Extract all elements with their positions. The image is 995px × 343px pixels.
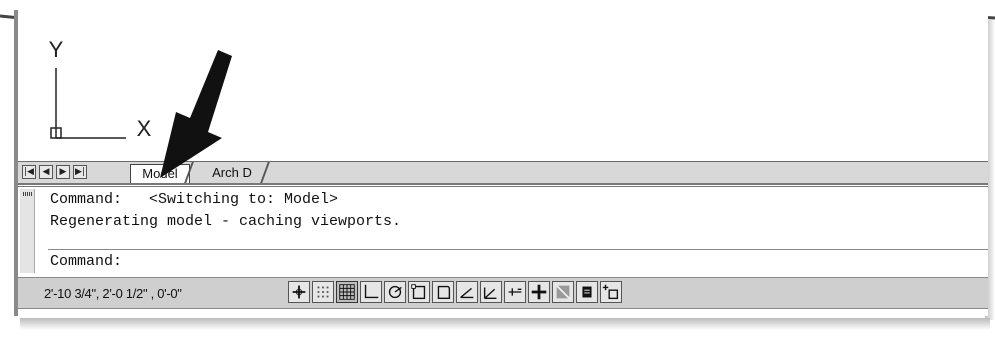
autocad-window: Y X |◀ ◀ ▶ ▶| Model Arch D Command: <Swi… [14, 10, 988, 316]
command-separator [48, 249, 988, 250]
ortho-mode-icon[interactable] [360, 281, 382, 303]
ucs-x-label: X [137, 116, 152, 141]
grip-dots-icon [23, 192, 33, 196]
first-layout-icon[interactable]: |◀ [22, 165, 36, 179]
transparency-icon[interactable] [552, 281, 574, 303]
ucs-icon: Y X [49, 37, 152, 141]
page-shadow-bottom [20, 318, 990, 330]
quick-properties-icon[interactable] [576, 281, 598, 303]
3d-object-snap-icon[interactable] [432, 281, 454, 303]
command-prompt[interactable]: Command: [50, 253, 122, 270]
command-window-grip[interactable] [20, 189, 35, 273]
polar-tracking-icon[interactable] [384, 281, 406, 303]
lineweight-icon[interactable] [528, 281, 550, 303]
previous-layout-icon[interactable]: ◀ [39, 165, 53, 179]
object-snap-tracking-icon[interactable] [456, 281, 478, 303]
coordinate-readout[interactable]: 2'-10 3/4", 2'-0 1/2" , 0'-0" [44, 286, 182, 301]
infer-constraints-icon[interactable] [288, 281, 310, 303]
command-window[interactable]: Command: <Switching to: Model> Regenerat… [18, 186, 988, 277]
tab-arch-d[interactable]: Arch D [194, 164, 270, 182]
selection-cycling-icon[interactable] [600, 281, 622, 303]
grid-display-icon[interactable] [336, 281, 358, 303]
dynamic-ucs-icon[interactable] [480, 281, 502, 303]
dynamic-input-icon[interactable] [504, 281, 526, 303]
command-history-line: Regenerating model - caching viewports. [50, 213, 402, 230]
snap-mode-icon[interactable] [312, 281, 334, 303]
status-bar: 2'-10 3/4", 2'-0 1/2" , 0'-0" [18, 277, 988, 309]
next-layout-icon[interactable]: ▶ [56, 165, 70, 179]
last-layout-icon[interactable]: ▶| [73, 165, 87, 179]
tab-model[interactable]: Model [130, 164, 190, 183]
ucs-y-label: Y [49, 37, 64, 62]
layout-tab-bar: |◀ ◀ ▶ ▶| Model Arch D [18, 161, 988, 185]
object-snap-icon[interactable] [408, 281, 430, 303]
command-history-line: Command: <Switching to: Model> [50, 191, 339, 208]
drawing-area[interactable]: Y X [18, 10, 988, 160]
